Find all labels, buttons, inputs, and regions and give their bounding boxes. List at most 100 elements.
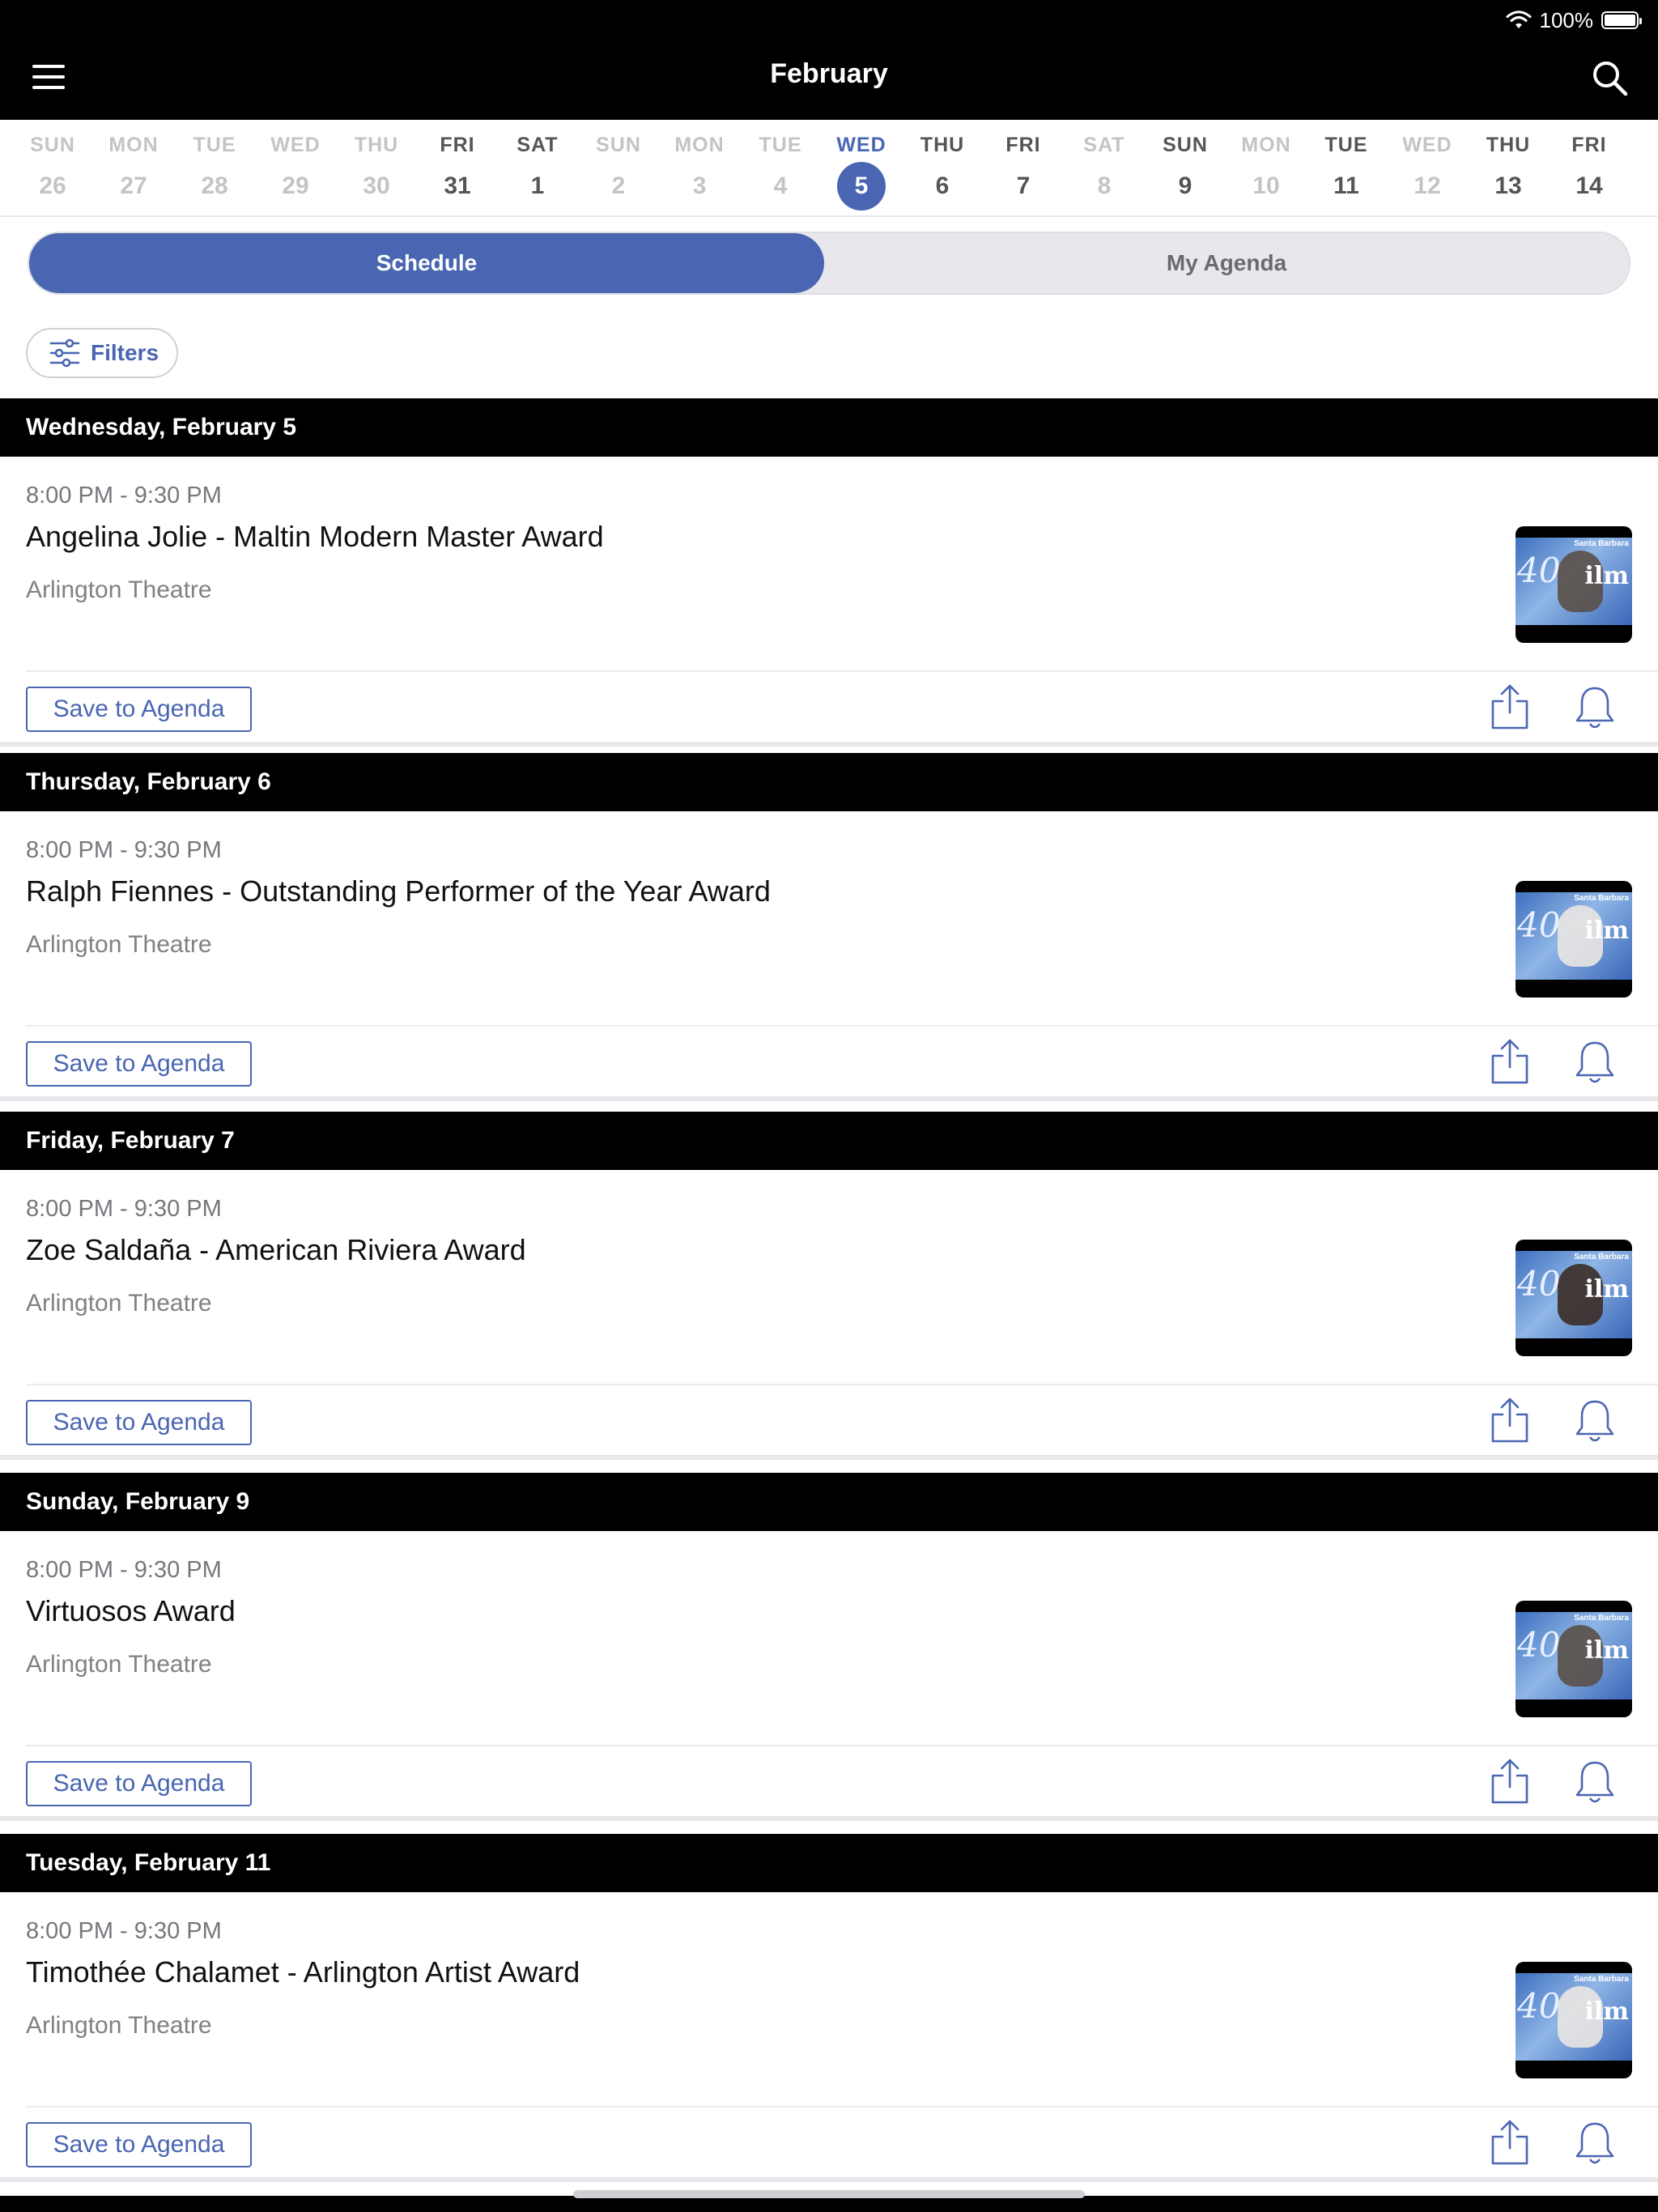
day-header: Wednesday, February 5: [0, 398, 1658, 457]
event-time: 8:00 PM - 9:30 PM: [26, 1557, 222, 1583]
date-item-sun-26[interactable]: SUN 26: [16, 131, 89, 211]
day-header: Tuesday, February 11: [0, 1834, 1658, 1892]
event-time: 8:00 PM - 9:30 PM: [26, 483, 222, 508]
event-title[interactable]: Angelina Jolie - Maltin Modern Master Aw…: [26, 520, 604, 554]
next-section-edge: [0, 2196, 1658, 2212]
date-item-tue-11[interactable]: TUE 11: [1310, 131, 1383, 211]
date-item-thu-13[interactable]: THU 13: [1472, 131, 1545, 211]
date-item-wed-5[interactable]: WED 5: [825, 131, 898, 211]
date-weekday: MON: [674, 134, 725, 156]
date-item-sun-9[interactable]: SUN 9: [1149, 131, 1222, 211]
event-thumbnail: 40 ilm Santa Barbara: [1516, 526, 1632, 643]
event-time: 8:00 PM - 9:30 PM: [26, 1196, 222, 1222]
share-icon[interactable]: [1490, 1758, 1530, 1805]
bell-icon[interactable]: [1574, 2121, 1616, 2166]
date-weekday: SAT: [1083, 134, 1125, 156]
filters-button[interactable]: Filters: [26, 328, 178, 378]
sliders-icon: [49, 338, 80, 368]
date-strip: SUN 26 MON 27 TUE 28 WED 29 THU 30 FRI 31 SAT 1 SUN 2 MO…: [0, 120, 1658, 217]
event-venue: Arlington Theatre: [26, 931, 212, 958]
share-icon[interactable]: [1490, 2119, 1530, 2166]
date-item-thu-30[interactable]: THU 30: [340, 131, 413, 211]
date-item-mon-3[interactable]: MON 3: [663, 131, 736, 211]
date-number: 7: [1016, 172, 1031, 199]
save-to-agenda-button[interactable]: Save to Agenda: [26, 1761, 252, 1806]
date-weekday: SAT: [517, 134, 559, 156]
status-bar: 100%: [1506, 6, 1642, 34]
event-card[interactable]: 8:00 PM - 9:30 PM Virtuosos Award Arling…: [0, 1531, 1658, 1821]
event-card[interactable]: 8:00 PM - 9:30 PM Zoe Saldaña - American…: [0, 1170, 1658, 1460]
date-item-thu-6[interactable]: THU 6: [906, 131, 979, 211]
bell-icon[interactable]: [1574, 1759, 1616, 1805]
save-to-agenda-button[interactable]: Save to Agenda: [26, 687, 252, 732]
date-weekday: WED: [836, 134, 886, 156]
battery-percent: 100%: [1539, 7, 1594, 32]
date-number: 6: [935, 172, 950, 199]
event-title[interactable]: Timothée Chalamet - Arlington Artist Awa…: [26, 1955, 580, 1989]
date-number: 10: [1252, 172, 1280, 199]
day-header: Friday, February 7: [0, 1112, 1658, 1170]
date-weekday: SUN: [1163, 134, 1208, 156]
day-section: Thursday, February 6 8:00 PM - 9:30 PM R…: [0, 753, 1658, 1101]
event-time: 8:00 PM - 9:30 PM: [26, 837, 222, 863]
date-item-sat-8[interactable]: SAT 8: [1068, 131, 1141, 211]
wifi-icon: [1506, 11, 1531, 28]
day-header: Thursday, February 6: [0, 753, 1658, 811]
date-item-fri-7[interactable]: FRI 7: [987, 131, 1060, 211]
divider: [26, 2106, 1658, 2108]
date-weekday: TUE: [759, 134, 802, 156]
event-venue: Arlington Theatre: [26, 1651, 212, 1678]
bell-icon[interactable]: [1574, 1040, 1616, 1085]
date-number: 11: [1333, 172, 1359, 199]
date-weekday: TUE: [1324, 134, 1368, 156]
date-item-tue-28[interactable]: TUE 28: [178, 131, 251, 211]
event-card[interactable]: 8:00 PM - 9:30 PM Timothée Chalamet - Ar…: [0, 1892, 1658, 2182]
date-number: 13: [1494, 172, 1522, 199]
date-weekday: FRI: [1571, 134, 1607, 156]
date-item-wed-29[interactable]: WED 29: [259, 131, 332, 211]
date-weekday: FRI: [440, 134, 475, 156]
save-to-agenda-button[interactable]: Save to Agenda: [26, 2122, 252, 2167]
divider: [26, 1384, 1658, 1385]
date-weekday: FRI: [1005, 134, 1041, 156]
event-thumbnail: 40 ilm Santa Barbara: [1516, 1601, 1632, 1717]
day-section: Tuesday, February 11 8:00 PM - 9:30 PM T…: [0, 1834, 1658, 2182]
share-icon[interactable]: [1490, 683, 1530, 730]
bell-icon[interactable]: [1574, 1398, 1616, 1444]
home-indicator[interactable]: [573, 2190, 1085, 2198]
date-number: 5: [837, 162, 886, 211]
date-item-sun-2[interactable]: SUN 2: [582, 131, 655, 211]
save-to-agenda-button[interactable]: Save to Agenda: [26, 1400, 252, 1445]
date-weekday: MON: [1241, 134, 1291, 156]
bell-icon[interactable]: [1574, 685, 1616, 730]
event-thumbnail: 40 ilm Santa Barbara: [1516, 881, 1632, 998]
save-to-agenda-button[interactable]: Save to Agenda: [26, 1041, 252, 1087]
date-item-mon-10[interactable]: MON 10: [1230, 131, 1303, 211]
day-section: Sunday, February 9 8:00 PM - 9:30 PM Vir…: [0, 1473, 1658, 1821]
date-item-fri-14[interactable]: FRI 14: [1553, 131, 1626, 211]
tab-schedule[interactable]: Schedule: [29, 233, 824, 293]
event-title[interactable]: Virtuosos Award: [26, 1594, 236, 1628]
search-icon[interactable]: [1590, 58, 1629, 97]
event-title[interactable]: Ralph Fiennes - Outstanding Performer of…: [26, 874, 771, 908]
share-icon[interactable]: [1490, 1038, 1530, 1085]
date-item-tue-4[interactable]: TUE 4: [744, 131, 817, 211]
share-icon[interactable]: [1490, 1397, 1530, 1444]
date-number: 14: [1575, 172, 1603, 199]
date-item-sat-1[interactable]: SAT 1: [501, 131, 574, 211]
date-number: 8: [1097, 172, 1112, 199]
filters-label: Filters: [91, 340, 159, 365]
event-card[interactable]: 8:00 PM - 9:30 PM Ralph Fiennes - Outsta…: [0, 811, 1658, 1101]
event-venue: Arlington Theatre: [26, 2012, 212, 2039]
event-title[interactable]: Zoe Saldaña - American Riviera Award: [26, 1233, 526, 1267]
tab-my-agenda[interactable]: My Agenda: [824, 233, 1629, 293]
divider: [26, 670, 1658, 672]
date-number: 12: [1414, 172, 1441, 199]
date-item-fri-31[interactable]: FRI 31: [421, 131, 494, 211]
date-number: 28: [201, 172, 228, 199]
event-thumbnail: 40 ilm Santa Barbara: [1516, 1962, 1632, 2078]
date-number: 30: [363, 172, 390, 199]
event-card[interactable]: 8:00 PM - 9:30 PM Angelina Jolie - Malti…: [0, 457, 1658, 747]
date-item-mon-27[interactable]: MON 27: [97, 131, 170, 211]
date-item-wed-12[interactable]: WED 12: [1391, 131, 1464, 211]
